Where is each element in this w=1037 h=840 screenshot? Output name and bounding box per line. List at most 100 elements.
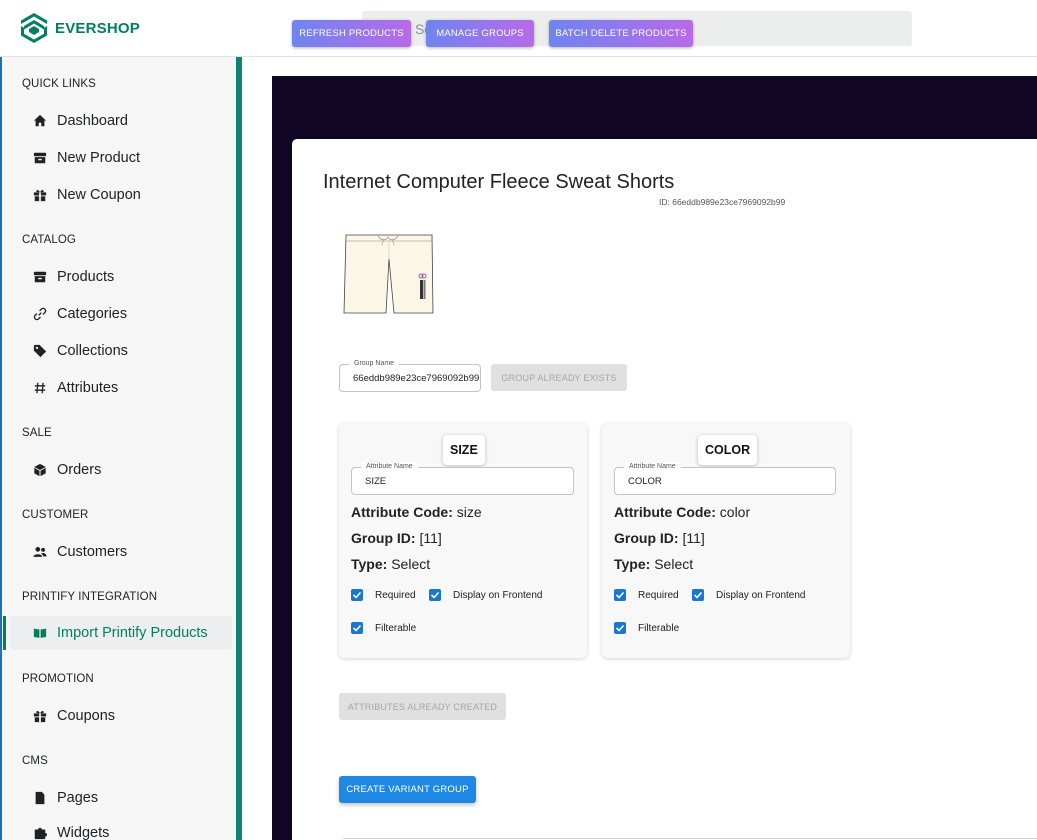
batch-delete-products-button[interactable]: BATCH DELETE PRODUCTS: [549, 20, 693, 47]
sidebar-item-label: Products: [57, 269, 115, 285]
attribute-badge: SIZE: [443, 435, 485, 465]
sidebar-item-label: Dashboard: [57, 113, 128, 129]
create-variant-group-button[interactable]: CREATE VARIANT GROUP: [339, 776, 476, 803]
refresh-products-button[interactable]: REFRESH PRODUCTS: [292, 20, 411, 47]
sidebar-item-attributes[interactable]: Attributes: [10, 371, 232, 405]
checkbox-checked-icon: [429, 589, 441, 601]
sidebar-item-label: Orders: [57, 462, 102, 478]
logo-text: EVERSHOP: [55, 19, 140, 37]
attribute-code-value: size: [456, 504, 482, 520]
archive-icon: [32, 151, 47, 166]
group-name-field[interactable]: Group Name 66eddb989e23ce7969092b99: [339, 359, 481, 392]
sidebar-item-label: New Product: [57, 150, 141, 166]
active-indicator: [3, 616, 6, 650]
attribute-name-field[interactable]: Attribute Name SIZE: [351, 462, 574, 495]
users-icon: [32, 545, 47, 560]
filterable-checkbox[interactable]: Filterable: [351, 622, 416, 634]
sidebar-item-label: New Coupon: [57, 187, 141, 203]
manage-groups-button[interactable]: MANAGE GROUPS: [426, 20, 534, 47]
group-id-label: Group ID:: [351, 530, 416, 546]
required-checkbox[interactable]: Required: [351, 589, 416, 601]
checkbox-checked-icon: [351, 622, 363, 634]
product-title: Internet Computer Fleece Sweat Shorts: [323, 171, 675, 193]
section-title-quick-links: QUICK LINKS: [22, 78, 96, 90]
sidebar-item-customers[interactable]: Customers: [10, 535, 232, 569]
attributes-already-created-button[interactable]: ATTRIBUTES ALREADY CREATED: [339, 693, 506, 720]
sidebar-item-label: Widgets: [57, 825, 110, 840]
sidebar-item-label: Pages: [57, 790, 99, 806]
sidebar-item-label: Customers: [57, 544, 128, 560]
section-title-customer: CUSTOMER: [22, 509, 89, 521]
sidebar-item-import-printify-products[interactable]: Import Printify Products: [10, 616, 232, 650]
attribute-name-field[interactable]: Attribute Name COLOR: [614, 462, 836, 495]
attribute-code: Attribute Code: size: [351, 504, 482, 520]
type-value: Select: [654, 556, 694, 572]
attribute-code-label: Attribute Code:: [614, 504, 716, 520]
attribute-type: Type: Select: [614, 556, 693, 572]
section-title-printify: PRINTIFY INTEGRATION: [22, 591, 158, 603]
sidebar-item-collections[interactable]: Collections: [10, 334, 232, 368]
type-label: Type:: [351, 556, 388, 572]
section-title-cms: CMS: [22, 755, 48, 767]
checkbox-label: Required: [638, 589, 679, 601]
section-title-promotion: PROMOTION: [22, 673, 94, 685]
display-on-frontend-checkbox[interactable]: Display on Frontend: [429, 589, 543, 601]
book-open-icon: [32, 626, 47, 641]
sidebar-item-widgets[interactable]: Widgets: [10, 816, 232, 840]
cube-icon: [32, 463, 47, 478]
checkbox-label: Required: [375, 589, 416, 601]
group-id-label: Group ID:: [614, 530, 679, 546]
puzzle-icon: [32, 826, 47, 840]
link-icon: [32, 307, 47, 322]
display-on-frontend-checkbox[interactable]: Display on Frontend: [692, 589, 806, 601]
sidebar-item-coupons[interactable]: Coupons: [10, 699, 232, 733]
attribute-card-color: COLOR Attribute Name COLOR Attribute Cod…: [602, 423, 850, 658]
sidebar-item-new-product[interactable]: New Product: [10, 141, 232, 175]
sidebar-divider: [236, 57, 242, 840]
document-icon: [32, 791, 47, 806]
type-label: Type:: [614, 556, 651, 572]
checkbox-checked-icon: [692, 589, 704, 601]
home-icon: [32, 114, 47, 129]
gift-icon: [32, 188, 47, 203]
divider: [343, 838, 1037, 839]
sidebar-item-label: Coupons: [57, 708, 116, 724]
tag-icon: [32, 344, 47, 359]
attribute-name-value: COLOR: [628, 475, 662, 487]
sidebar-item-label: Categories: [57, 306, 128, 322]
attribute-code-label: Attribute Code:: [351, 504, 453, 520]
section-title-catalog: CATALOG: [22, 234, 76, 246]
attribute-code: Attribute Code: color: [614, 504, 750, 520]
attribute-group-id: Group ID: [11]: [351, 530, 442, 546]
sidebar-item-label: Collections: [57, 343, 128, 359]
sidebar-item-label: Attributes: [57, 380, 119, 396]
archive-icon: [32, 270, 47, 285]
attribute-card-size: SIZE Attribute Name SIZE Attribute Code:…: [339, 423, 587, 658]
attribute-group-id: Group ID: [11]: [614, 530, 705, 546]
checkbox-label: Display on Frontend: [716, 589, 806, 601]
sidebar-item-dashboard[interactable]: Dashboard: [10, 104, 232, 138]
logo[interactable]: EVERSHOP: [20, 12, 140, 44]
sidebar-item-products[interactable]: Products: [10, 260, 232, 294]
group-id-value: [11]: [419, 530, 442, 546]
required-checkbox[interactable]: Required: [614, 589, 679, 601]
sidebar-item-orders[interactable]: Orders: [10, 453, 232, 487]
gift-icon: [32, 709, 47, 724]
attribute-badge: COLOR: [698, 435, 758, 465]
sidebar-item-categories[interactable]: Categories: [10, 297, 232, 331]
sidebar-item-pages[interactable]: Pages: [10, 781, 232, 815]
checkbox-checked-icon: [614, 622, 626, 634]
attribute-type: Type: Select: [351, 556, 430, 572]
sweat-shorts-image: [343, 234, 434, 314]
filterable-checkbox[interactable]: Filterable: [614, 622, 679, 634]
group-already-exists-button[interactable]: GROUP ALREADY EXISTS: [491, 364, 627, 391]
checkbox-checked-icon: [351, 589, 363, 601]
evershop-logo-icon: [21, 13, 47, 43]
sidebar-item-label: Import Printify Products: [57, 625, 208, 641]
group-name-value: 66eddb989e23ce7969092b99: [353, 372, 479, 384]
product-id: ID: 66eddb989e23ce7969092b99: [659, 197, 786, 207]
sidebar-item-new-coupon[interactable]: New Coupon: [10, 178, 232, 212]
type-value: Select: [391, 556, 431, 572]
attribute-code-value: color: [719, 504, 751, 520]
checkbox-label: Filterable: [638, 622, 680, 634]
